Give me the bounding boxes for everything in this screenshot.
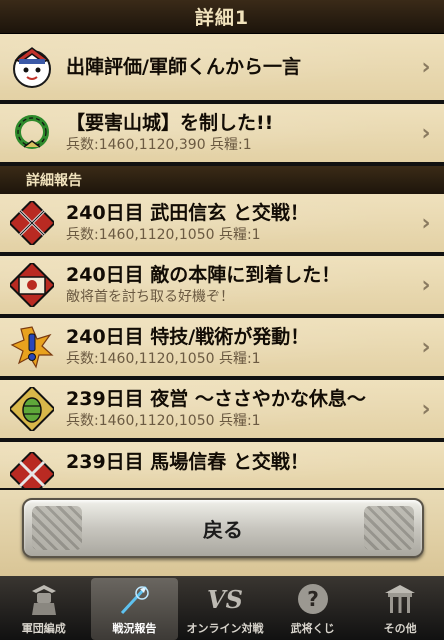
row-subtitle: 兵数:1460,1120,1050 兵糧:1 (66, 351, 261, 367)
temple-gate-icon (378, 580, 422, 618)
tab-battle-report[interactable]: 戦況報告 (90, 578, 179, 640)
back-button-label: 戻る (203, 517, 243, 542)
tab-label: 戦況報告 (112, 622, 157, 635)
tab-army-formation[interactable]: 軍団編成 (0, 576, 88, 640)
vs-icon: VS (203, 580, 247, 618)
row-title: 239日目 夜営 〜ささやかな休息〜 (66, 388, 366, 410)
tab-bar: 軍団編成 戦況報告 VS オンライン対戦 ? 武将くじ その他 (0, 576, 444, 640)
back-button-ornament-right (364, 506, 414, 550)
tab-label: 武将くじ (290, 622, 335, 635)
crossed-swords-icon (8, 199, 56, 247)
header-bar: 詳細1 (0, 0, 444, 34)
report-row[interactable]: 240日目 敵の本陣に到着した！ 敵将首を討ち取る好機ぞ！ › (0, 256, 444, 318)
row-subtitle: 敵将首を討ち取る好機ぞ！ (66, 289, 234, 305)
chevron-right-icon: › (421, 210, 431, 236)
row-title: 【要害山城】を制した!! (66, 112, 274, 134)
samurai-armor-icon (22, 580, 66, 618)
row-title: 239日目 馬場信春 と交戦！ (66, 451, 309, 473)
spear-icon (112, 580, 156, 618)
castle-conquered-row[interactable]: 【要害山城】を制した!! 兵数:1460,1120,390 兵糧:1 › (0, 104, 444, 166)
report-row[interactable]: 240日目 武田信玄 と交戦！ 兵数:1460,1120,1050 兵糧:1 › (0, 194, 444, 256)
chevron-right-icon: › (421, 120, 431, 146)
report-row[interactable]: 239日目 馬場信春 と交戦！ (0, 442, 444, 496)
tab-label: 軍団編成 (21, 622, 66, 635)
chevron-right-icon: › (421, 334, 431, 360)
svg-text:?: ? (307, 587, 319, 611)
page-title: 詳細1 (194, 7, 250, 29)
tab-label: その他 (383, 622, 417, 635)
app-root: 詳細1 出陣評価/軍師くんから一言 › 【要害山城】を制した!! 兵数:1460… (0, 0, 444, 640)
chevron-right-icon: › (421, 272, 431, 298)
gunshi-avatar-icon (8, 43, 56, 91)
svg-text:VS: VS (207, 585, 243, 614)
question-mark-icon: ? (291, 580, 335, 618)
row-title: 出陣評価/軍師くんから一言 (66, 56, 301, 78)
back-button-area: 戻る (0, 488, 444, 576)
report-row[interactable]: 239日目 夜営 〜ささやかな休息〜 兵数:1460,1120,1050 兵糧:… (0, 380, 444, 442)
tab-label: オンライン対戦 (186, 622, 264, 635)
gunshi-comment-row[interactable]: 出陣評価/軍師くんから一言 › (0, 34, 444, 104)
laurel-wreath-icon (8, 109, 56, 157)
row-subtitle: 兵数:1460,1120,1050 兵糧:1 (66, 227, 261, 243)
row-title: 240日目 武田信玄 と交戦！ (66, 202, 309, 224)
exclamation-icon (8, 323, 56, 371)
row-subtitle: 兵数:1460,1120,390 兵糧:1 (66, 137, 252, 153)
row-title: 240日目 特技/戦術が発動！ (66, 326, 310, 348)
back-button[interactable]: 戻る (22, 498, 424, 558)
tab-online-battle[interactable]: VS オンライン対戦 (181, 576, 269, 640)
chevron-right-icon: › (421, 396, 431, 422)
row-title: 240日目 敵の本陣に到着した！ (66, 264, 341, 286)
rice-bale-icon (8, 385, 56, 433)
enemy-camp-icon (8, 261, 56, 309)
tab-busho-lottery[interactable]: ? 武将くじ (269, 576, 357, 640)
report-row[interactable]: 240日目 特技/戦術が発動！ 兵数:1460,1120,1050 兵糧:1 › (0, 318, 444, 380)
back-button-ornament-left (32, 506, 82, 550)
chevron-right-icon: › (421, 54, 431, 80)
tab-other[interactable]: その他 (356, 576, 444, 640)
row-subtitle: 兵数:1460,1120,1050 兵糧:1 (66, 413, 261, 429)
section-label: 詳細報告 (26, 173, 82, 189)
section-header: 詳細報告 (0, 166, 444, 194)
